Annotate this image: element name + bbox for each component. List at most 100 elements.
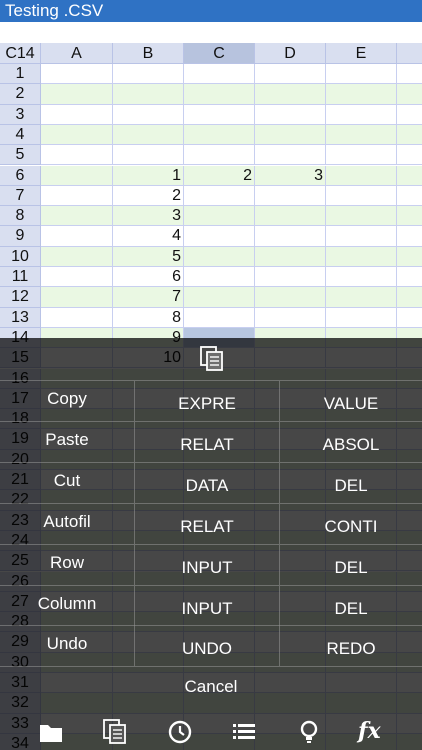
row-header[interactable]: 2 — [0, 84, 41, 105]
grid-cell[interactable] — [113, 104, 184, 125]
menu-option-1[interactable]: RELAT — [134, 421, 279, 462]
grid-cell[interactable] — [326, 84, 397, 105]
menu-item-label[interactable]: Row — [0, 545, 134, 585]
grid-cell[interactable]: 3 — [255, 165, 326, 186]
grid-cell[interactable] — [184, 226, 255, 247]
grid-cell[interactable] — [41, 124, 113, 146]
column-header-e[interactable]: E — [326, 43, 397, 64]
menu-option-1[interactable]: UNDO — [134, 626, 279, 667]
grid-cell[interactable] — [326, 104, 397, 125]
menu-item-label[interactable]: Undo — [0, 626, 134, 666]
grid-cell[interactable] — [255, 124, 326, 146]
grid-cell[interactable] — [326, 226, 397, 247]
grid-cell[interactable] — [255, 104, 326, 125]
grid-cell[interactable]: 2 — [184, 165, 255, 186]
grid-cell[interactable] — [184, 206, 255, 227]
grid-cell[interactable] — [255, 185, 326, 207]
grid-cell[interactable] — [326, 307, 397, 328]
grid-cell[interactable] — [255, 84, 326, 105]
grid-cell[interactable] — [397, 206, 422, 227]
column-header-b[interactable]: B — [113, 43, 184, 64]
row-header[interactable]: 13 — [0, 307, 41, 328]
grid-cell[interactable] — [397, 145, 422, 166]
row-header[interactable]: 9 — [0, 226, 41, 247]
grid-cell[interactable] — [255, 287, 326, 308]
grid-cell[interactable] — [184, 307, 255, 328]
grid-cell[interactable] — [113, 145, 184, 166]
grid-cell[interactable] — [326, 206, 397, 227]
grid-cell[interactable] — [397, 124, 422, 146]
grid-cell[interactable] — [326, 64, 397, 85]
row-header[interactable]: 3 — [0, 104, 41, 125]
menu-option-2[interactable]: DEL — [279, 544, 422, 585]
paste-icon[interactable] — [101, 718, 129, 746]
grid-cell[interactable] — [397, 165, 422, 186]
grid-cell[interactable] — [41, 287, 113, 308]
cancel-button[interactable]: Cancel — [0, 666, 422, 706]
grid-cell[interactable] — [41, 206, 113, 227]
row-header[interactable]: 12 — [0, 287, 41, 308]
menu-item-label[interactable]: Copy — [0, 381, 134, 421]
grid-cell[interactable] — [255, 267, 326, 288]
grid-cell[interactable] — [397, 226, 422, 247]
grid-cell[interactable] — [184, 124, 255, 146]
menu-item-label[interactable]: Paste — [0, 422, 134, 462]
grid-cell[interactable] — [113, 64, 184, 85]
grid-cell[interactable] — [397, 246, 422, 267]
grid-cell[interactable]: 3 — [113, 206, 184, 227]
grid-cell[interactable] — [41, 185, 113, 207]
grid-cell[interactable] — [184, 287, 255, 308]
folder-icon[interactable] — [37, 718, 65, 746]
row-header[interactable]: 10 — [0, 246, 41, 267]
menu-option-1[interactable]: INPUT — [134, 544, 279, 585]
row-header[interactable]: 7 — [0, 185, 41, 207]
grid-cell[interactable]: 5 — [113, 246, 184, 267]
row-header[interactable]: 11 — [0, 267, 41, 288]
column-header-d[interactable]: D — [255, 43, 326, 64]
menu-option-2[interactable]: DEL — [279, 585, 422, 626]
column-header-c[interactable]: C — [184, 43, 255, 64]
menu-option-1[interactable]: INPUT — [134, 585, 279, 626]
grid-cell[interactable] — [41, 307, 113, 328]
clock-icon[interactable] — [166, 718, 194, 746]
grid-cell[interactable] — [326, 246, 397, 267]
column-header-f[interactable] — [397, 43, 422, 64]
grid-cell[interactable] — [41, 145, 113, 166]
menu-item-label[interactable]: Cut — [0, 463, 134, 503]
grid-cell[interactable] — [397, 185, 422, 207]
grid-cell[interactable] — [255, 206, 326, 227]
grid-cell[interactable] — [41, 226, 113, 247]
grid-cell[interactable]: 1 — [113, 165, 184, 186]
grid-cell[interactable] — [326, 165, 397, 186]
column-header-a[interactable]: A — [41, 43, 113, 64]
formula-bar[interactable] — [0, 22, 422, 43]
grid-cell[interactable] — [113, 124, 184, 146]
row-header[interactable]: 1 — [0, 64, 41, 85]
bulb-icon[interactable] — [295, 718, 323, 746]
menu-item-label[interactable]: Autofil — [0, 504, 134, 544]
grid-cell[interactable] — [255, 307, 326, 328]
menu-item-label[interactable]: Column — [0, 586, 134, 626]
grid-cell[interactable] — [184, 104, 255, 125]
menu-option-2[interactable]: ABSOL — [279, 421, 422, 462]
grid-cell[interactable]: 6 — [113, 267, 184, 288]
grid-cell[interactable] — [397, 287, 422, 308]
list-icon[interactable] — [230, 718, 258, 746]
grid-cell[interactable]: 8 — [113, 307, 184, 328]
menu-option-2[interactable]: CONTI — [279, 503, 422, 544]
menu-option-2[interactable]: DEL — [279, 462, 422, 503]
grid-cell[interactable] — [41, 104, 113, 125]
menu-option-1[interactable]: DATA — [134, 462, 279, 503]
row-header[interactable]: 8 — [0, 206, 41, 227]
grid-cell[interactable]: 4 — [113, 226, 184, 247]
grid-cell[interactable] — [184, 145, 255, 166]
grid-cell[interactable] — [255, 145, 326, 166]
grid-cell[interactable] — [397, 104, 422, 125]
grid-cell[interactable] — [255, 226, 326, 247]
grid-cell[interactable] — [184, 84, 255, 105]
fx-icon[interactable]: fx — [358, 718, 381, 744]
grid-cell[interactable] — [184, 267, 255, 288]
grid-cell[interactable] — [184, 246, 255, 267]
row-header[interactable]: 4 — [0, 124, 41, 146]
grid-cell[interactable] — [326, 145, 397, 166]
